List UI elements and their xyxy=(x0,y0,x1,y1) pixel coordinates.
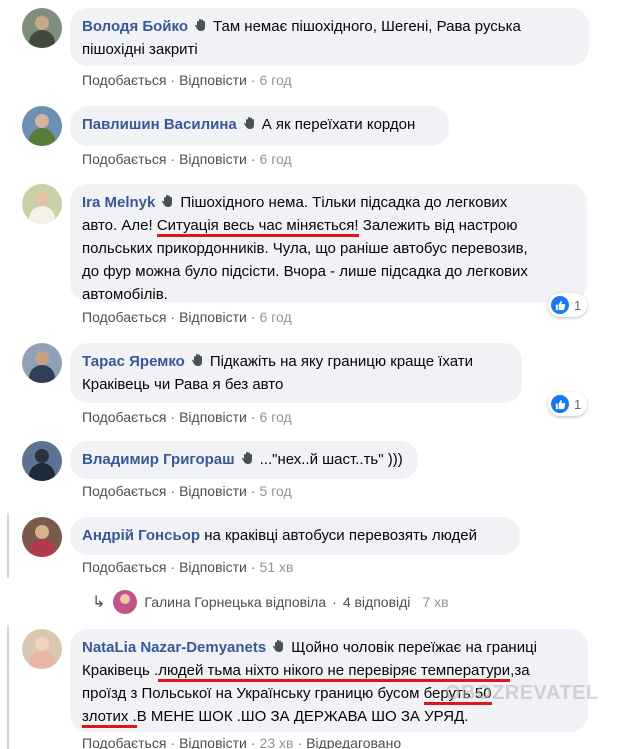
comment-text: до фур можна було підсісти. Вчора - лише… xyxy=(82,263,528,280)
like-link[interactable]: Подобається xyxy=(82,483,166,499)
comment-text: В МЕНЕ ШОК .ШО ЗА ДЕРЖАВА ШО ЗА УРЯД. xyxy=(136,708,469,725)
wave-badge-icon xyxy=(160,193,176,209)
reply-count[interactable]: 4 відповіді xyxy=(343,594,411,610)
comment-text: Підкажіть на яку границю краще їхати xyxy=(209,353,473,370)
comment-author[interactable]: NataLia Nazar-Demyanets xyxy=(82,639,266,656)
comment-text: на краківці автобуси перевозять людей xyxy=(204,527,477,544)
comment-time[interactable]: 6 год xyxy=(260,72,292,88)
comment-time[interactable]: 6 год xyxy=(260,151,292,167)
comment-author[interactable]: Ira Melnyk xyxy=(82,194,155,211)
comment-time[interactable]: 51 хв xyxy=(260,559,294,575)
comment-text: польських прикордонників. Чула, що раніш… xyxy=(82,240,528,257)
comment-author[interactable]: Владимир Григораш xyxy=(82,451,235,468)
reply-link[interactable]: Відповісти xyxy=(179,151,247,167)
like-link[interactable]: Подобається xyxy=(82,409,166,425)
avatar xyxy=(113,590,138,614)
like-reaction-icon xyxy=(551,395,569,413)
reply-link[interactable]: Відповісти xyxy=(179,483,247,499)
like-link[interactable]: Подобається xyxy=(82,559,166,575)
highlighted-text: людей тьма ніхто нікого не перевіряє тем… xyxy=(158,662,511,682)
comment-time[interactable]: 23 хв xyxy=(260,735,294,749)
reaction-count[interactable]: 1 xyxy=(548,392,588,416)
like-reaction-icon xyxy=(551,296,569,314)
like-link[interactable]: Подобається xyxy=(82,735,166,749)
comment-text: автомобілів. xyxy=(82,286,168,303)
comment-text: пішохідні закриті xyxy=(82,41,198,58)
wave-badge-icon xyxy=(242,115,258,131)
like-link[interactable]: Подобається xyxy=(82,151,166,167)
reply-link[interactable]: Відповісти xyxy=(179,409,247,425)
comment-actions: Подобається · Відповісти · 6 год xyxy=(82,409,292,425)
comment-actions: Подобається · Відповісти · 6 год xyxy=(82,309,292,325)
comment-actions: Подобається · Відповісти · 5 год xyxy=(82,483,292,499)
highlighted-text: злотих . xyxy=(82,708,137,728)
reply-link[interactable]: Відповісти xyxy=(179,72,247,88)
comment-text: Щойно чоловік переїжає на границі xyxy=(291,639,537,656)
thread-line xyxy=(7,625,9,749)
comment-text: Краківець . xyxy=(82,662,159,679)
comment-text: Залежить від настрою xyxy=(362,217,518,234)
reply-link[interactable]: Відповісти xyxy=(179,735,247,749)
avatar[interactable] xyxy=(22,441,62,481)
comment-text: ,за xyxy=(510,662,530,679)
comment-actions: Подобається · Відповісти · 6 год xyxy=(82,151,292,167)
comment-text: Краківець чи Рава я без авто xyxy=(82,376,284,393)
reply-link[interactable]: Відповісти xyxy=(179,559,247,575)
highlighted-text: Ситуація весь час міняється! xyxy=(156,217,359,237)
comment-time[interactable]: 5 год xyxy=(260,483,292,499)
comment-bubble: NataLia Nazar-Demyanets Щойно чоловік пер… xyxy=(70,629,588,732)
edited-label[interactable]: Відредаговано xyxy=(306,735,401,749)
avatar[interactable] xyxy=(22,517,62,557)
comment-time[interactable]: 6 год xyxy=(260,409,292,425)
comment-bubble: Володя Бойко Там немає пішохідного, Шеген… xyxy=(70,8,589,66)
like-link[interactable]: Подобається xyxy=(82,309,166,325)
thread-line xyxy=(7,513,9,578)
avatar[interactable] xyxy=(22,629,62,669)
comment-bubble: Андрій Гонсьор на краківці автобуси пере… xyxy=(70,517,520,555)
comment-bubble: Владимир Григораш ..."нех..й шаст..ть" ))… xyxy=(70,441,418,479)
comment-author[interactable]: Андрій Гонсьор xyxy=(82,527,200,544)
reply-author-text[interactable]: Галина Горнецька відповіла xyxy=(144,594,326,610)
like-link[interactable]: Подобається xyxy=(82,72,166,88)
comment-actions: Подобається · Відповісти · 51 хв xyxy=(82,559,294,575)
view-replies-link[interactable]: ↳ Галина Горнецька відповіла · 4 відпові… xyxy=(92,589,449,615)
comment-text: А як переїхати кордон xyxy=(261,116,416,133)
comment-bubble: Тарас Яремко Підкажіть на яку границю кра… xyxy=(70,343,522,403)
avatar[interactable] xyxy=(22,8,62,48)
wave-badge-icon xyxy=(240,450,256,466)
avatar[interactable] xyxy=(22,184,62,224)
comment-author[interactable]: Тарас Яремко xyxy=(82,353,185,370)
comment-time[interactable]: 6 год xyxy=(260,309,292,325)
reply-arrow-icon: ↳ xyxy=(92,594,106,611)
comment-text: проїзд з Польської на Українську границю… xyxy=(82,685,420,702)
reply-link[interactable]: Відповісти xyxy=(179,309,247,325)
comment-text: ..."нех..й шаст..ть" ))) xyxy=(259,451,403,468)
wave-badge-icon xyxy=(271,638,287,654)
wave-badge-icon xyxy=(190,352,206,368)
reply-time: 7 хв xyxy=(422,594,449,610)
comment-text: Там немає пішохідного, Шегені, Рава русь… xyxy=(213,18,521,35)
comment-bubble: Павлишин Василина А як переїхати кордон xyxy=(70,106,449,146)
wave-badge-icon xyxy=(193,17,209,33)
avatar[interactable] xyxy=(22,106,62,146)
avatar[interactable] xyxy=(22,343,62,383)
comment-author[interactable]: Володя Бойко xyxy=(82,18,188,35)
comment-text: авто. Але! xyxy=(82,217,153,234)
comment-actions: Подобається · Відповісти · 6 год xyxy=(82,72,292,88)
comment-author[interactable]: Павлишин Василина xyxy=(82,116,237,133)
watermark-logo: OBOZREVATEL xyxy=(445,682,599,704)
comment-actions: Подобається · Відповісти · 23 хв · Відредагова… xyxy=(82,735,402,749)
comment-bubble: Ira Melnyk Пішохідного нема. Тільки підса… xyxy=(70,184,587,303)
reaction-count[interactable]: 1 xyxy=(548,293,588,317)
comment-text: Пішохідного нема. Тільки підсадка до лег… xyxy=(180,194,508,211)
